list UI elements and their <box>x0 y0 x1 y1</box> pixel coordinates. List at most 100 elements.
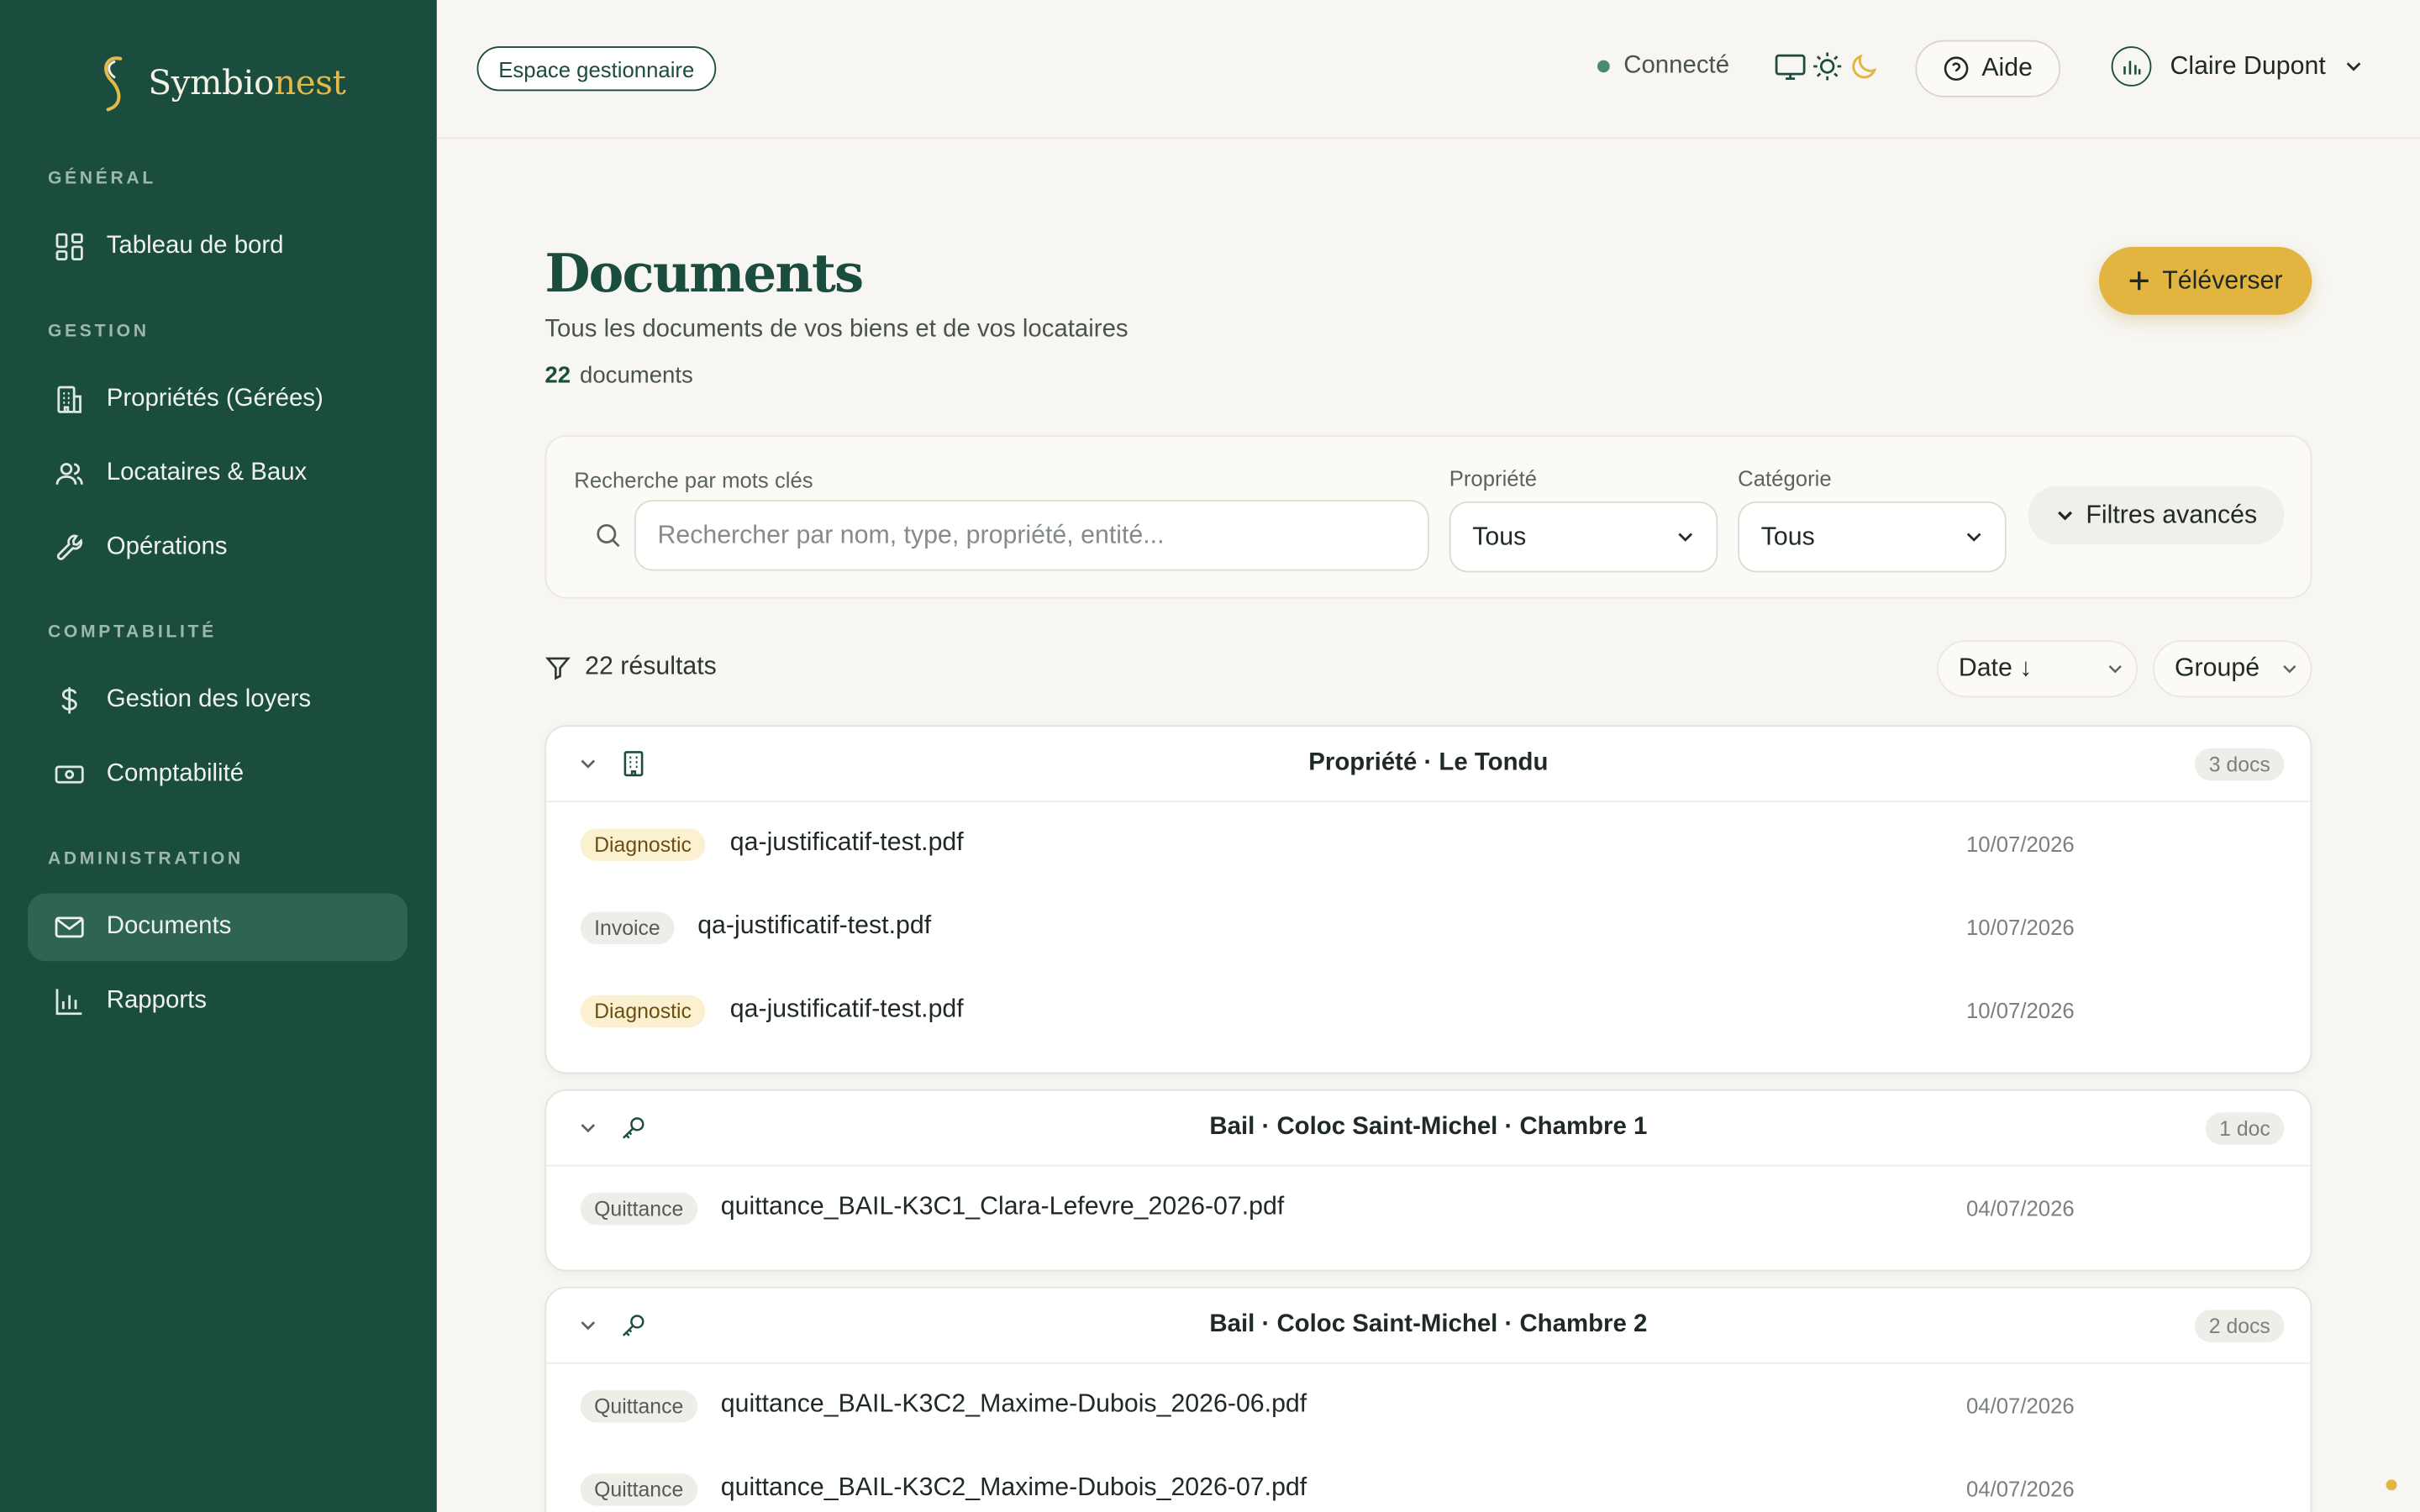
sidebar-item-operations[interactable]: Opérations <box>28 514 408 582</box>
file-name[interactable]: qa-justificatif-test.pdf <box>730 828 964 858</box>
sidebar-item-reports[interactable]: Rapports <box>28 968 408 1036</box>
file-date: 04/07/2026 <box>1966 1476 2075 1502</box>
sidebar-item-properties[interactable]: Propriétés (Gérées) <box>28 365 408 433</box>
sidebar-item-documents[interactable]: Documents <box>28 893 408 962</box>
filter-icon <box>545 657 571 680</box>
chevron-down-icon <box>2108 664 2122 674</box>
group-title: Bail · Coloc Saint-Michel · Chambre 1 <box>1209 1114 1648 1141</box>
sidebar-item-label: Gestion des loyers <box>106 686 312 713</box>
advanced-filters-label: Filtres avancés <box>2086 501 2258 529</box>
advanced-filters-button[interactable]: Filtres avancés <box>2028 486 2285 545</box>
page-subtitle: Tous les documents de vos biens et de vo… <box>544 316 1128 343</box>
upload-button[interactable]: Téléverser <box>2098 246 2312 315</box>
dollar-icon <box>61 687 77 714</box>
file-name[interactable]: quittance_BAIL-K3C2_Maxime-Dubois_2026-0… <box>721 1390 1307 1420</box>
section-label-general: GÉNÉRAL <box>47 170 156 189</box>
category-select-value: Tous <box>1760 522 1815 550</box>
monitor-icon[interactable] <box>1773 50 1807 83</box>
file-name[interactable]: quittance_BAIL-K3C1_Clara-Lefevre_2026-0… <box>721 1193 1285 1222</box>
document-group: Propriété · Le Tondu 3 docs Diagnostic q… <box>544 725 2312 1074</box>
group-header[interactable]: Propriété · Le Tondu 3 docs <box>546 727 2311 803</box>
connection-status: Connecté <box>1597 52 1729 80</box>
group-count-badge: 1 doc <box>2205 1112 2285 1145</box>
sidebar-item-accounting[interactable]: Comptabilité <box>28 741 408 809</box>
file-date: 10/07/2026 <box>1966 915 2075 940</box>
building-icon <box>57 386 82 413</box>
help-button[interactable]: Aide <box>1915 39 2061 97</box>
user-name: Claire Dupont <box>2170 51 2326 80</box>
group-header[interactable]: Bail · Coloc Saint-Michel · Chambre 2 2 … <box>546 1289 2311 1364</box>
group-title: Propriété · Le Tondu <box>1308 749 1549 776</box>
status-dot-icon <box>1597 60 1610 73</box>
file-date: 04/07/2026 <box>1966 1195 2075 1221</box>
file-date: 04/07/2026 <box>1966 1393 2075 1418</box>
sidebar-item-tenants[interactable]: Locataires & Baux <box>28 439 408 507</box>
plus-icon <box>2129 271 2149 291</box>
mail-icon <box>55 916 84 938</box>
filter-panel: Recherche par mots clés Rechercher par n… <box>544 434 2312 599</box>
group-count-badge: 3 docs <box>2195 748 2285 781</box>
avatar <box>2111 46 2152 87</box>
file-name[interactable]: qa-justificatif-test.pdf <box>697 912 931 942</box>
help-label: Aide <box>1981 54 2033 82</box>
section-label-gestion: GESTION <box>47 322 150 341</box>
document-row[interactable]: Quittance quittance_BAIL-K3C2_Maxime-Dub… <box>546 1364 2310 1447</box>
sidebar-item-label: Comptabilité <box>106 760 245 787</box>
file-date: 10/07/2026 <box>1966 832 2075 857</box>
sidebar-item-rent-management[interactable]: Gestion des loyers <box>28 666 408 734</box>
sort-select[interactable]: Date ↓ <box>1937 640 2138 698</box>
grouping-select[interactable]: Groupé <box>2153 640 2312 698</box>
search-label: Recherche par mots clés <box>574 467 813 492</box>
category-tag: Invoice <box>580 911 675 945</box>
banknote-icon <box>55 765 84 784</box>
sort-select-value: Date ↓ <box>1958 654 2033 682</box>
document-count-label: documents <box>580 362 693 389</box>
category-filter-label: Catégorie <box>1738 465 1832 491</box>
file-name[interactable]: quittance_BAIL-K3C2_Maxime-Dubois_2026-0… <box>721 1473 1307 1503</box>
document-row[interactable]: Invoice qa-justificatif-test.pdf 10/07/2… <box>546 885 2310 969</box>
search-icon <box>597 524 620 548</box>
sun-icon[interactable] <box>1810 50 1844 83</box>
help-icon <box>1944 56 1969 81</box>
sidebar-item-label: Tableau de bord <box>106 233 284 260</box>
section-label-comptabilite: COMPTABILITÉ <box>47 623 217 643</box>
search-input[interactable]: Rechercher par nom, type, propriété, ent… <box>634 500 1429 571</box>
moon-icon[interactable] <box>1848 50 1881 83</box>
user-menu[interactable]: Claire Dupont <box>2111 46 2363 87</box>
brand-logo[interactable]: Symbionest <box>92 52 346 113</box>
document-row[interactable]: Quittance quittance_BAIL-K3C2_Maxime-Dub… <box>546 1447 2310 1512</box>
brand-name: Symbionest <box>148 64 346 103</box>
document-row[interactable]: Quittance quittance_BAIL-K3C1_Clara-Lefe… <box>546 1167 2310 1250</box>
document-group: Bail · Coloc Saint-Michel · Chambre 1 1 … <box>544 1089 2312 1272</box>
file-name[interactable]: qa-justificatif-test.pdf <box>730 995 964 1025</box>
category-select[interactable]: Tous <box>1738 501 2007 573</box>
grouping-select-value: Groupé <box>2174 654 2260 682</box>
property-select-value: Tous <box>1472 522 1527 550</box>
sidebar-item-label: Opérations <box>106 533 228 560</box>
sidebar-item-label: Documents <box>106 913 232 940</box>
category-tag: Quittance <box>580 1192 697 1226</box>
users-icon <box>55 463 83 485</box>
sidebar-item-label: Propriétés (Gérées) <box>106 386 324 412</box>
document-row[interactable]: Diagnostic qa-justificatif-test.pdf 10/0… <box>546 969 2310 1052</box>
property-select[interactable]: Tous <box>1449 501 1718 573</box>
dashboard-icon <box>55 233 83 260</box>
space-badge[interactable]: Espace gestionnaire <box>476 46 717 92</box>
sidebar-item-dashboard[interactable]: Tableau de bord <box>28 213 408 281</box>
page-title: Documents <box>544 244 864 306</box>
search-placeholder: Rechercher par nom, type, propriété, ent… <box>657 520 1165 549</box>
document-row[interactable]: Diagnostic qa-justificatif-test.pdf 10/0… <box>546 802 2310 885</box>
sidebar: Symbionest GÉNÉRAL Tableau de bord GESTI… <box>0 0 437 1512</box>
sidebar-item-label: Locataires & Baux <box>106 459 308 486</box>
wrench-icon <box>56 534 83 560</box>
avatar-chart-icon <box>2123 60 2141 75</box>
group-title: Bail · Coloc Saint-Michel · Chambre 2 <box>1209 1311 1648 1338</box>
section-label-administration: ADMINISTRATION <box>47 850 244 869</box>
upload-label: Téléverser <box>2162 265 2283 294</box>
chevron-down-icon <box>1678 533 1693 542</box>
document-count-value: 22 <box>544 362 571 389</box>
status-label: Connecté <box>1623 52 1730 79</box>
group-header[interactable]: Bail · Coloc Saint-Michel · Chambre 1 1 … <box>546 1091 2311 1167</box>
chevron-down-icon <box>2057 511 2072 521</box>
topbar: Espace gestionnaire Connecté Aide Claire… <box>436 0 2420 139</box>
